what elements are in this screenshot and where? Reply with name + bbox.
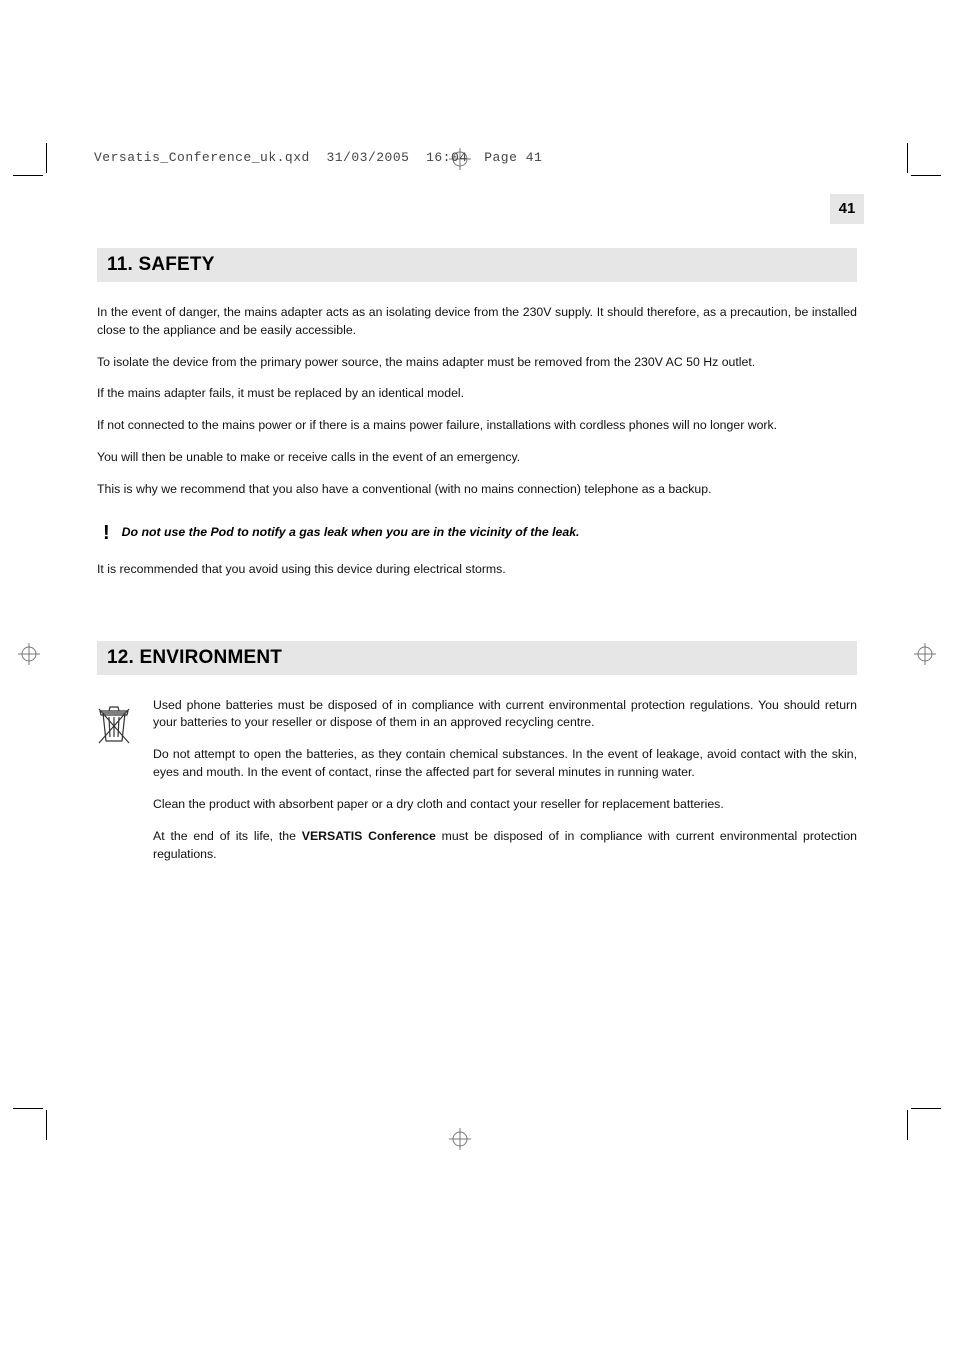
page-number: 41 xyxy=(830,194,864,224)
header-time: 16:04 xyxy=(426,150,468,165)
crop-mark xyxy=(907,143,908,173)
crop-mark xyxy=(46,143,47,173)
crop-mark xyxy=(13,175,43,176)
env-p3: Clean the product with absorbent paper o… xyxy=(153,796,857,814)
page-content: 11. SAFETY In the event of danger, the m… xyxy=(97,248,857,877)
header-filename: Versatis_Conference_uk.qxd xyxy=(94,150,310,165)
env-p4-bold: VERSATIS Conference xyxy=(302,829,436,843)
header-date: 31/03/2005 xyxy=(326,150,409,165)
env-p1: Used phone batteries must be disposed of… xyxy=(153,697,857,733)
env-p4: At the end of its life, the VERSATIS Con… xyxy=(153,828,857,864)
heading-environment: 12. ENVIRONMENT xyxy=(97,641,857,675)
env-p2: Do not attempt to open the batteries, as… xyxy=(153,746,857,782)
recycle-bin-icon xyxy=(97,697,131,750)
warning-text: Do not use the Pod to notify a gas leak … xyxy=(122,523,580,539)
warning-icon: ! xyxy=(103,523,110,543)
safety-p5: You will then be unable to make or recei… xyxy=(97,449,857,467)
crop-mark xyxy=(911,1108,941,1109)
safety-p4: If not connected to the mains power or i… xyxy=(97,417,857,435)
crop-mark xyxy=(911,175,941,176)
crop-mark xyxy=(46,1110,47,1140)
safety-p2: To isolate the device from the primary p… xyxy=(97,354,857,372)
heading-safety: 11. SAFETY xyxy=(97,248,857,282)
safety-p7: It is recommended that you avoid using t… xyxy=(97,561,857,579)
registration-mark-icon xyxy=(914,643,936,665)
crop-mark xyxy=(13,1108,43,1109)
environment-text: Used phone batteries must be disposed of… xyxy=(153,697,857,878)
environment-block: Used phone batteries must be disposed of… xyxy=(97,697,857,878)
env-p4-pre: At the end of its life, the xyxy=(153,829,302,843)
registration-mark-icon xyxy=(18,643,40,665)
registration-mark-icon xyxy=(449,1128,471,1150)
safety-p1: In the event of danger, the mains adapte… xyxy=(97,304,857,340)
safety-p3: If the mains adapter fails, it must be r… xyxy=(97,385,857,403)
crop-mark xyxy=(907,1110,908,1140)
print-header: Versatis_Conference_uk.qxd 31/03/2005 16… xyxy=(94,150,542,165)
warning-block: ! Do not use the Pod to notify a gas lea… xyxy=(103,523,857,543)
safety-p6: This is why we recommend that you also h… xyxy=(97,481,857,499)
header-page: Page 41 xyxy=(484,150,542,165)
